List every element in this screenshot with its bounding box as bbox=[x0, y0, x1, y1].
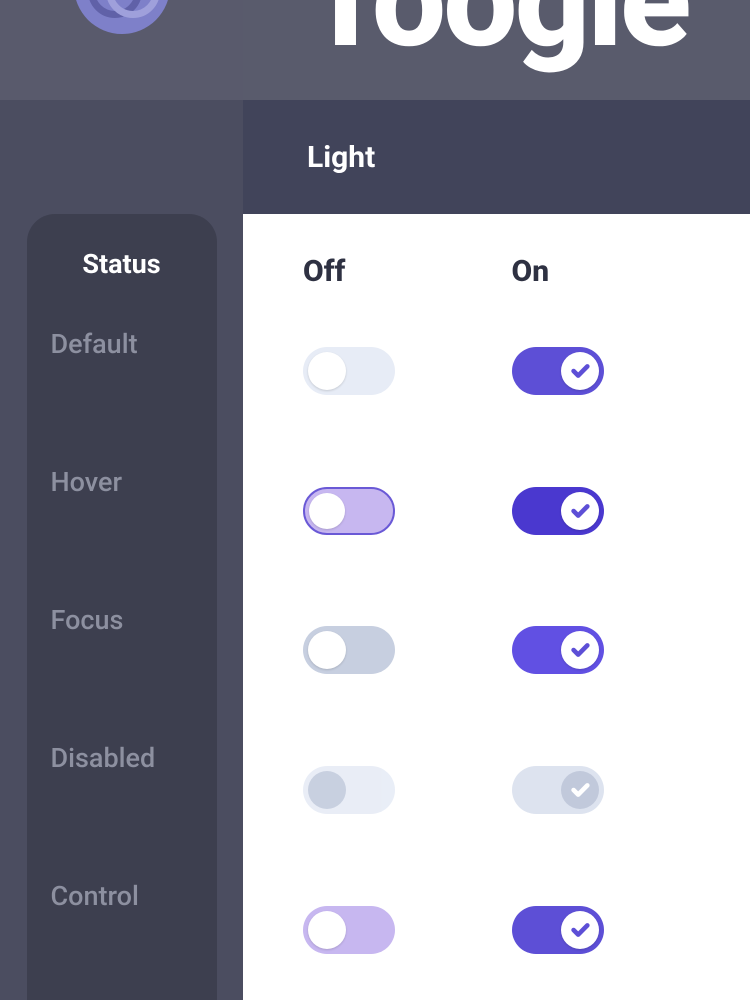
main: Toogle Light Off On bbox=[243, 0, 750, 1000]
check-icon bbox=[569, 639, 591, 661]
toggle-off-hover[interactable] bbox=[303, 487, 395, 535]
toggle-off-default[interactable] bbox=[303, 347, 395, 395]
column-header-on: On bbox=[512, 254, 721, 289]
status-row-disabled: Disabled bbox=[27, 724, 217, 792]
toggle-off-disabled bbox=[303, 766, 395, 814]
logo-icon bbox=[74, 0, 170, 34]
toggle-on-focus[interactable] bbox=[512, 626, 604, 674]
toggle-row-hover bbox=[303, 487, 720, 535]
toggle-grid: Off On bbox=[243, 214, 750, 1000]
status-row-default: Default bbox=[27, 310, 217, 378]
toggle-on-hover[interactable] bbox=[512, 487, 604, 535]
toggle-row-default bbox=[303, 347, 720, 395]
toggle-row-control bbox=[303, 906, 720, 954]
hero-title: Toogle bbox=[305, 0, 689, 14]
check-icon bbox=[569, 500, 591, 522]
toggle-off-control[interactable] bbox=[303, 906, 395, 954]
toggle-row-focus bbox=[303, 626, 720, 674]
sidebar: Status Default Hover Focus Disabled Cont… bbox=[0, 0, 243, 1000]
status-row-hover: Hover bbox=[27, 448, 217, 516]
check-icon bbox=[569, 779, 591, 801]
toggle-on-default[interactable] bbox=[512, 347, 604, 395]
check-icon bbox=[569, 919, 591, 941]
toggle-off-focus[interactable] bbox=[303, 626, 395, 674]
check-icon bbox=[569, 360, 591, 382]
column-header-off: Off bbox=[303, 254, 512, 289]
logo-strip bbox=[0, 0, 243, 100]
status-title: Status bbox=[27, 248, 217, 280]
toggle-row-disabled bbox=[303, 766, 720, 814]
status-card: Status Default Hover Focus Disabled Cont… bbox=[27, 214, 217, 1000]
theme-bar: Light bbox=[243, 100, 750, 214]
status-row-control: Control bbox=[27, 862, 217, 930]
hero: Toogle bbox=[243, 0, 750, 100]
toggle-rows bbox=[303, 301, 720, 1000]
toggle-on-control[interactable] bbox=[512, 906, 604, 954]
status-row-focus: Focus bbox=[27, 586, 217, 654]
theme-label: Light bbox=[307, 140, 375, 175]
status-list: Default Hover Focus Disabled Control bbox=[27, 310, 217, 960]
toggle-on-disabled bbox=[512, 766, 604, 814]
column-headers: Off On bbox=[303, 254, 720, 289]
